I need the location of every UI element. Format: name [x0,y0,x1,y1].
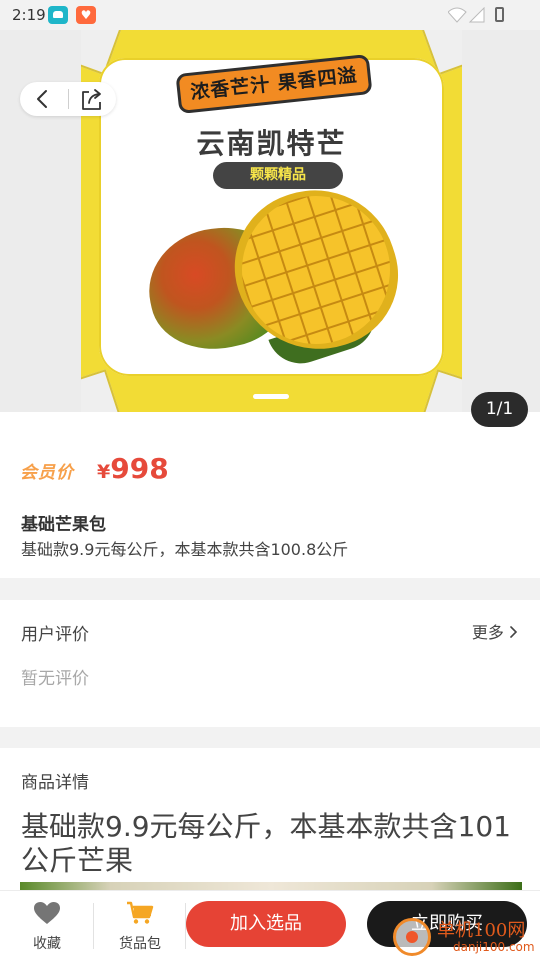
share-icon[interactable] [78,86,106,112]
nav-divider [68,89,69,109]
product-image-gallery[interactable]: 浓香芒汁 果香四溢 云南凯特芒 颗颗精品 1/1 [0,30,540,427]
currency-symbol: ¥ [97,461,111,483]
bottom-divider [93,903,94,949]
gallery-page-indicator [253,394,289,399]
heart-icon [34,902,60,924]
product-price: ¥998 [97,452,169,485]
product-description: 基础款9.9元每公斤，本基本款共含100.8公斤 [21,540,349,559]
back-arrow-icon[interactable] [32,88,54,110]
package-label: 货品包 [119,936,161,952]
poster-headline: 云南凯特芒 [196,127,347,160]
member-price-tag: 会员价 [20,463,74,483]
chevron-right-icon [510,626,518,638]
poster-corner [81,369,122,412]
product-name: 基础芒果包 [21,515,106,535]
reviews-title: 用户评价 [21,625,89,645]
cart-icon [127,901,154,924]
watermark-logo-icon [393,918,431,956]
poster-corner [421,369,462,412]
watermark-url: danji100.com [453,940,535,954]
site-watermark: 单机100网 danji100.com [393,912,540,960]
status-bar: 2:19 ♥ [0,0,540,30]
reviews-section: 用户评价 更多 暂无评价 [0,600,540,727]
favorite-button[interactable]: 收藏 [17,901,77,953]
add-to-selection-button[interactable]: 加入选品 [186,901,346,947]
gallery-counter: 1/1 [471,392,528,427]
detail-text: 基础款9.9元每公斤，本基本款共含101公斤芒果 [21,810,511,877]
favorite-label: 收藏 [33,936,61,952]
nav-pill [20,82,116,116]
app-notification-icon [48,6,68,24]
product-detail-page: 2:19 ♥ 浓香芒汁 果香四溢 云南凯特芒 颗颗精品 1/1 会员价 ¥998… [0,0,540,960]
price-card: 会员价 ¥998 基础芒果包 基础款9.9元每公斤，本基本款共含100.8公斤 [0,412,540,578]
product-poster-image: 浓香芒汁 果香四溢 云南凯特芒 颗颗精品 [81,30,462,412]
package-button[interactable]: 货品包 [110,901,170,953]
more-label: 更多 [471,623,504,642]
price-value: 998 [110,452,169,485]
detail-title: 商品详情 [21,773,89,793]
reviews-more-link[interactable]: 更多 [472,619,518,643]
status-time: 2:19 [12,6,46,24]
watermark-title: 单机100网 [437,920,526,941]
reviews-empty-text: 暂无评价 [21,669,89,689]
poster-badge: 颗颗精品 [213,162,343,189]
heart-app-notification-icon: ♥ [76,6,96,24]
battery-icon [495,7,504,22]
